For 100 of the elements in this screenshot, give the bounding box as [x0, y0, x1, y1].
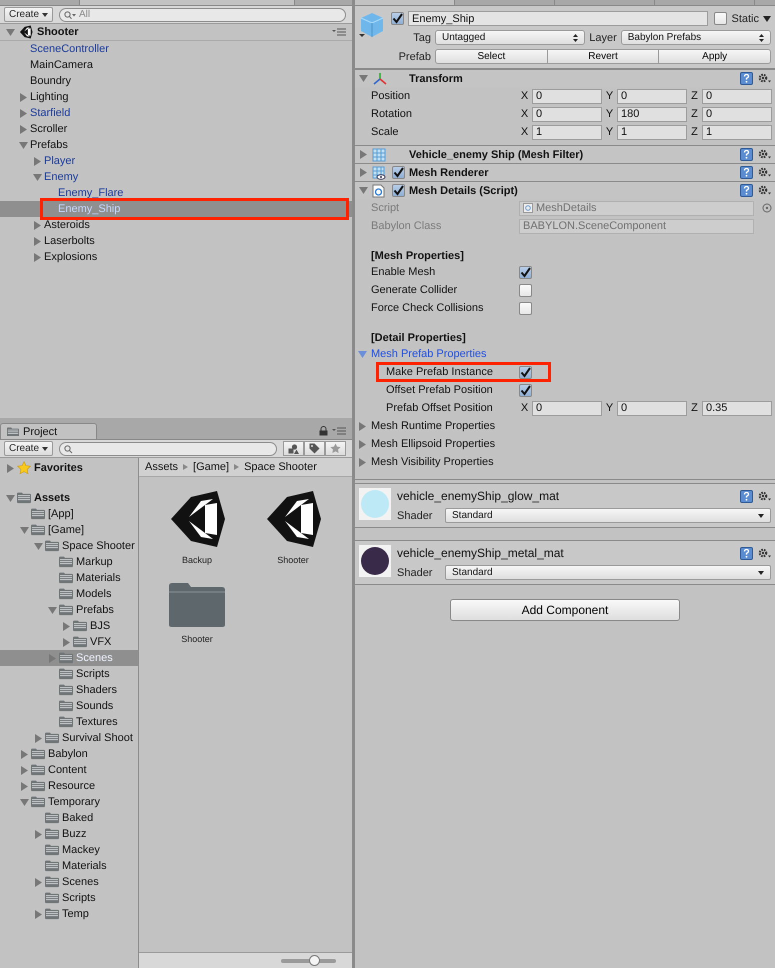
project-folder-item[interactable]: Content [0, 762, 138, 778]
disclosure-triangle-icon[interactable] [6, 28, 15, 36]
search-field[interactable] [59, 442, 277, 456]
number-field[interactable]: 0 [617, 88, 687, 104]
project-folder-item[interactable]: Scripts [0, 666, 138, 682]
component-header[interactable]: Transform [355, 69, 775, 87]
add-component-button[interactable]: Add Component [450, 599, 680, 621]
hierarchy-item[interactable]: Lighting [0, 89, 352, 105]
number-field[interactable]: 0 [617, 400, 687, 416]
project-folder-item[interactable]: Temporary [0, 794, 138, 810]
help-icon[interactable] [740, 546, 753, 560]
lock-icon[interactable] [319, 426, 328, 436]
disclosure-triangle-icon[interactable] [358, 350, 367, 358]
hierarchy-item[interactable]: Starfield [0, 105, 352, 121]
prefab-button[interactable]: Apply [658, 49, 772, 64]
project-folder-item[interactable]: Models [0, 586, 138, 602]
project-folder-item[interactable]: Favorites [0, 460, 138, 476]
disclosure-triangle-icon[interactable] [34, 830, 43, 838]
settings-icon[interactable] [757, 166, 771, 179]
project-folder-item[interactable]: Survival Shoot [0, 730, 138, 746]
breadcrumb-item[interactable]: Space Shooter [244, 461, 317, 473]
settings-icon[interactable] [757, 490, 771, 502]
project-folder-item[interactable]: Markup [0, 554, 138, 570]
number-field[interactable]: 0 [532, 106, 602, 122]
caret-icon[interactable] [763, 16, 771, 22]
hierarchy-item[interactable]: Scroller [0, 121, 352, 137]
project-folder-item[interactable]: Scenes [0, 874, 138, 890]
project-folder-item[interactable]: Resource [0, 778, 138, 794]
prefab-button[interactable]: Revert [546, 49, 660, 64]
project-folder-item[interactable]: Scripts [0, 890, 138, 906]
help-icon[interactable] [740, 490, 753, 502]
checkbox[interactable] [519, 366, 532, 378]
number-field[interactable]: 1 [617, 124, 687, 140]
disclosure-triangle-icon[interactable] [34, 910, 43, 918]
project-folder-item[interactable]: [App] [0, 506, 138, 522]
project-folder-item[interactable]: BJS [0, 618, 138, 634]
checkbox[interactable] [519, 302, 532, 314]
project-folder-item[interactable]: Textures [0, 714, 138, 730]
disclosure-triangle-icon[interactable] [359, 74, 368, 83]
foldout-label[interactable]: Mesh Prefab Properties [371, 348, 671, 360]
project-folder-item[interactable]: VFX [0, 634, 138, 650]
project-folder-item[interactable]: Temp [0, 906, 138, 922]
project-folder-item[interactable]: Buzz [0, 826, 138, 842]
search-field[interactable]: All [59, 8, 346, 22]
help-icon[interactable] [740, 72, 753, 85]
disclosure-triangle-icon[interactable] [34, 878, 43, 886]
hierarchy-item[interactable]: Enemy [0, 169, 352, 185]
disclosure-triangle-icon[interactable] [6, 494, 15, 502]
shader-dropdown[interactable]: Standard [445, 508, 771, 523]
menu-icon[interactable] [332, 427, 346, 435]
number-field[interactable]: 0.35 [702, 400, 772, 416]
hierarchy-item[interactable]: Boundry [0, 73, 352, 89]
breadcrumb-item[interactable]: [Game] [193, 461, 230, 473]
create-button[interactable]: Create [4, 7, 54, 22]
disclosure-triangle-icon[interactable] [6, 464, 15, 472]
project-folder-item[interactable]: Materials [0, 570, 138, 586]
project-folder-item[interactable]: Space Shooter [0, 538, 138, 554]
project-folder-item[interactable]: [Game] [0, 522, 138, 538]
filter-by-type-button[interactable] [283, 441, 304, 456]
number-field[interactable]: 180 [617, 106, 687, 122]
object-picker-icon[interactable] [762, 203, 772, 213]
foldout-label[interactable]: Mesh Runtime Properties [371, 420, 671, 432]
checkbox[interactable] [519, 266, 532, 278]
project-folder-item[interactable]: Materials [0, 858, 138, 874]
scene-row[interactable]: Shooter [0, 24, 352, 41]
layer-dropdown[interactable]: Babylon Prefabs [620, 30, 771, 45]
foldout-label[interactable]: Mesh Visibility Properties [371, 456, 671, 468]
project-folder-item[interactable]: Baked [0, 810, 138, 826]
number-field[interactable]: 1 [532, 124, 602, 140]
checkbox[interactable] [519, 284, 532, 296]
component-checkbox[interactable] [392, 166, 405, 179]
hierarchy-item[interactable]: Explosions [0, 249, 352, 265]
component-header[interactable]: Vehicle_enemy Ship (Mesh Filter) [355, 145, 775, 163]
active-checkbox[interactable] [391, 12, 404, 25]
project-folder-item[interactable]: Shaders [0, 682, 138, 698]
shader-dropdown[interactable]: Standard [445, 565, 771, 580]
hierarchy-item[interactable]: MainCamera [0, 57, 352, 73]
settings-icon[interactable] [757, 148, 771, 161]
asset-name[interactable]: Shooter [181, 634, 213, 644]
static-checkbox[interactable] [714, 12, 728, 25]
help-icon[interactable] [740, 148, 753, 161]
slider-thumb[interactable] [309, 954, 320, 966]
component-header[interactable]: Mesh Renderer [355, 163, 775, 181]
project-folder-item[interactable]: Babylon [0, 746, 138, 762]
hierarchy-item[interactable]: Enemy_Flare [0, 185, 352, 201]
project-folder-item[interactable]: Assets [0, 490, 138, 506]
tag-dropdown[interactable]: Untagged [435, 30, 586, 45]
project-folder-item[interactable]: Prefabs [0, 602, 138, 618]
name-field[interactable]: Enemy_Ship [408, 11, 708, 26]
number-field[interactable]: 0 [532, 88, 602, 104]
settings-icon[interactable] [757, 184, 771, 197]
project-tab[interactable]: Project [0, 423, 97, 439]
create-button[interactable]: Create [4, 441, 54, 456]
hierarchy-item[interactable]: Prefabs [0, 137, 352, 153]
filter-by-label-button[interactable] [304, 441, 325, 456]
help-icon[interactable] [740, 184, 753, 197]
project-folder-item[interactable]: Mackey [0, 842, 138, 858]
help-icon[interactable] [740, 166, 753, 179]
hierarchy-item[interactable]: Asteroids [0, 217, 352, 233]
number-field[interactable]: 0 [702, 106, 772, 122]
